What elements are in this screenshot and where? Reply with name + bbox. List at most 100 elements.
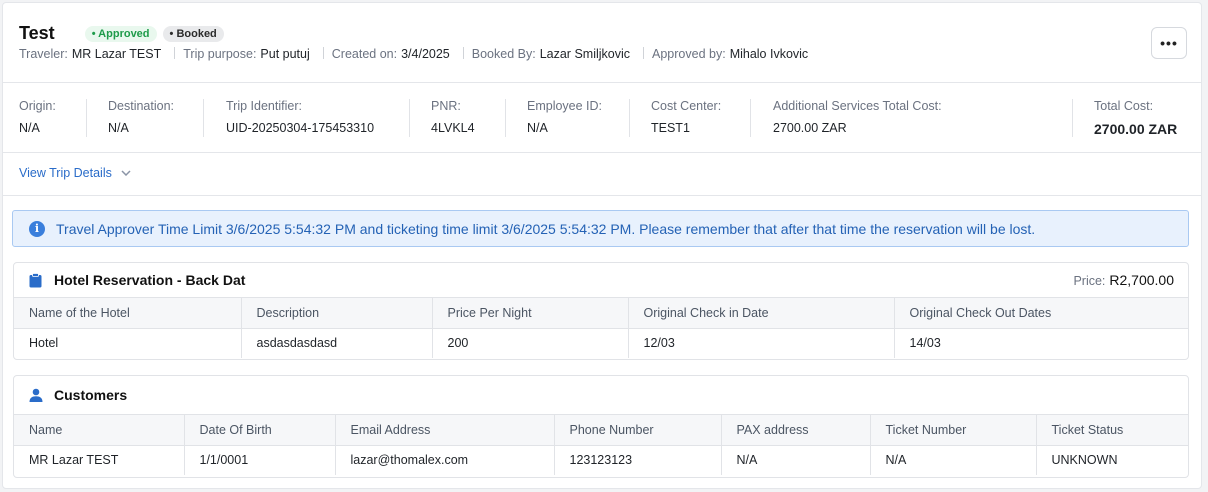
meta-separator [322, 47, 324, 59]
table-cell: 200 [432, 328, 629, 358]
price-value: R2,700.00 [1109, 272, 1174, 288]
meta-traveler: Traveler: MR Lazar TEST [19, 47, 161, 61]
info-destination: Destination: N/A [108, 99, 174, 137]
info-value: UID-20250304-175453310 [226, 121, 375, 135]
customers-panel-title: Customers [54, 387, 128, 403]
trip-card: Test • Approved • Booked Traveler: MR La… [2, 2, 1202, 489]
table-cell: asdasdasdasd [241, 328, 433, 358]
table-cell: MR Lazar TEST [14, 445, 185, 475]
meta-value: Mihalo Ivkovic [729, 47, 809, 61]
info-value: N/A [527, 121, 548, 135]
meta-booked-by: Booked By: Lazar Smiljkovic [472, 47, 630, 61]
column-header: Phone Number [554, 415, 722, 446]
table-header-row: Name Date Of Birth Email Address Phone N… [14, 415, 1188, 446]
info-label: Total Cost: [1094, 99, 1154, 113]
info-trip-identifier: Trip Identifier: UID-20250304-175453310 [226, 99, 374, 137]
column-header: Email Address [335, 415, 555, 446]
column-header: Ticket Number [870, 415, 1037, 446]
info-label: Additional Services Total Cost: [773, 99, 942, 113]
meta-label: Created on: [331, 47, 398, 61]
meta-trip-purpose: Trip purpose: Put putuj [183, 47, 310, 61]
status-badge-booked: • Booked [162, 25, 224, 42]
info-label: Trip Identifier: [226, 99, 302, 113]
info-value: N/A [19, 121, 40, 135]
info-value: 2700.00 ZAR [773, 121, 847, 135]
clipboard-icon [29, 273, 42, 291]
info-pnr: PNR: 4LVKL4 [431, 99, 475, 137]
column-header: Original Check Out Dates [894, 298, 1188, 329]
column-header: Name [14, 415, 185, 446]
column-header: Date Of Birth [184, 415, 336, 446]
meta-label: Approved by: [652, 47, 726, 61]
trip-info-strip: Origin: N/A Destination: N/A Trip Identi… [3, 83, 1201, 153]
hotel-table: Name of the Hotel Description Price Per … [14, 298, 1188, 358]
table-cell: N/A [870, 445, 1037, 475]
table-cell: 12/03 [628, 328, 895, 358]
table-cell: UNKNOWN [1051, 453, 1118, 468]
meta-separator [643, 47, 645, 59]
hotel-price: Price: R2,700.00 [1073, 272, 1174, 288]
title-row: Test • Approved • Booked [19, 23, 224, 44]
section-divider [3, 195, 1201, 196]
table-cell: 14/03 [909, 336, 941, 351]
info-value: N/A [108, 121, 129, 135]
meta-created-on: Created on: 3/4/2025 [332, 47, 450, 61]
total-cost-value: 2700.00 ZAR [1094, 121, 1178, 137]
info-label: Cost Center: [651, 99, 722, 113]
meta-label: Traveler: [19, 47, 68, 61]
customers-table: Name Date Of Birth Email Address Phone N… [14, 415, 1188, 475]
time-limit-alert: i Travel Approver Time Limit 3/6/2025 5:… [12, 210, 1189, 247]
table-cell: 123123123 [554, 445, 722, 475]
info-label: Employee ID: [527, 99, 603, 113]
meta-value: Put putuj [260, 47, 310, 61]
meta-value: MR Lazar TEST [71, 47, 162, 61]
info-divider [505, 99, 506, 137]
hotel-panel-title: Hotel Reservation - Back Dat [54, 272, 246, 288]
meta-approved-by: Approved by: Mihalo Ivkovic [652, 47, 808, 61]
info-cost-center: Cost Center: TEST1 [651, 99, 721, 137]
info-divider [750, 99, 751, 137]
user-icon [29, 388, 43, 405]
status-badge-approved: • Approved [84, 25, 157, 42]
chevron-down-icon [121, 168, 131, 179]
meta-value: Lazar Smiljkovic [539, 47, 631, 61]
meta-label: Booked By: [471, 47, 536, 61]
column-header: PAX address [721, 415, 871, 446]
table-header-row: Name of the Hotel Description Price Per … [14, 298, 1188, 329]
info-value: TEST1 [651, 121, 690, 135]
customers-panel: Customers Name Date Of Birth Email Addre… [13, 375, 1189, 478]
info-divider [86, 99, 87, 137]
column-header: Price Per Night [432, 298, 629, 329]
view-trip-details-label: View Trip Details [19, 166, 112, 180]
view-trip-details-toggle[interactable]: View Trip Details [19, 166, 131, 180]
info-divider [203, 99, 204, 137]
meta-separator [462, 47, 464, 59]
page-title: Test [19, 23, 55, 43]
price-label: Price: [1073, 274, 1106, 288]
info-divider [629, 99, 630, 137]
hotel-panel-header: Hotel Reservation - Back Dat Price: R2,70… [14, 263, 1188, 298]
table-cell: lazar@thomalex.com [335, 445, 555, 475]
info-label: Origin: [19, 99, 56, 113]
column-header: Name of the Hotel [14, 298, 242, 329]
info-label: PNR: [431, 99, 461, 113]
trip-header: Test • Approved • Booked Traveler: MR La… [3, 3, 1201, 83]
more-options-button[interactable]: ••• [1151, 27, 1187, 59]
trip-meta: Traveler: MR Lazar TEST Trip purpose: Pu… [19, 47, 808, 61]
table-cell: Hotel [14, 328, 242, 358]
info-icon: i [29, 220, 45, 237]
info-divider [1072, 99, 1073, 137]
info-additional-services-cost: Additional Services Total Cost: 2700.00 … [773, 99, 942, 137]
meta-value: 3/4/2025 [401, 47, 450, 61]
meta-label: Trip purpose: [183, 47, 257, 61]
info-divider [409, 99, 410, 137]
info-label: Destination: [108, 99, 175, 113]
info-origin: Origin: N/A [19, 99, 56, 137]
customers-panel-header: Customers [14, 376, 1188, 415]
table-row: Hotel asdasdasdasd 200 12/03 14/03 [14, 328, 1188, 358]
column-header: Original Check in Date [628, 298, 895, 329]
column-header: Ticket Status [1036, 415, 1188, 446]
column-header: Description [241, 298, 433, 329]
info-employee-id: Employee ID: N/A [527, 99, 602, 137]
table-cell: 1/1/0001 [184, 445, 336, 475]
